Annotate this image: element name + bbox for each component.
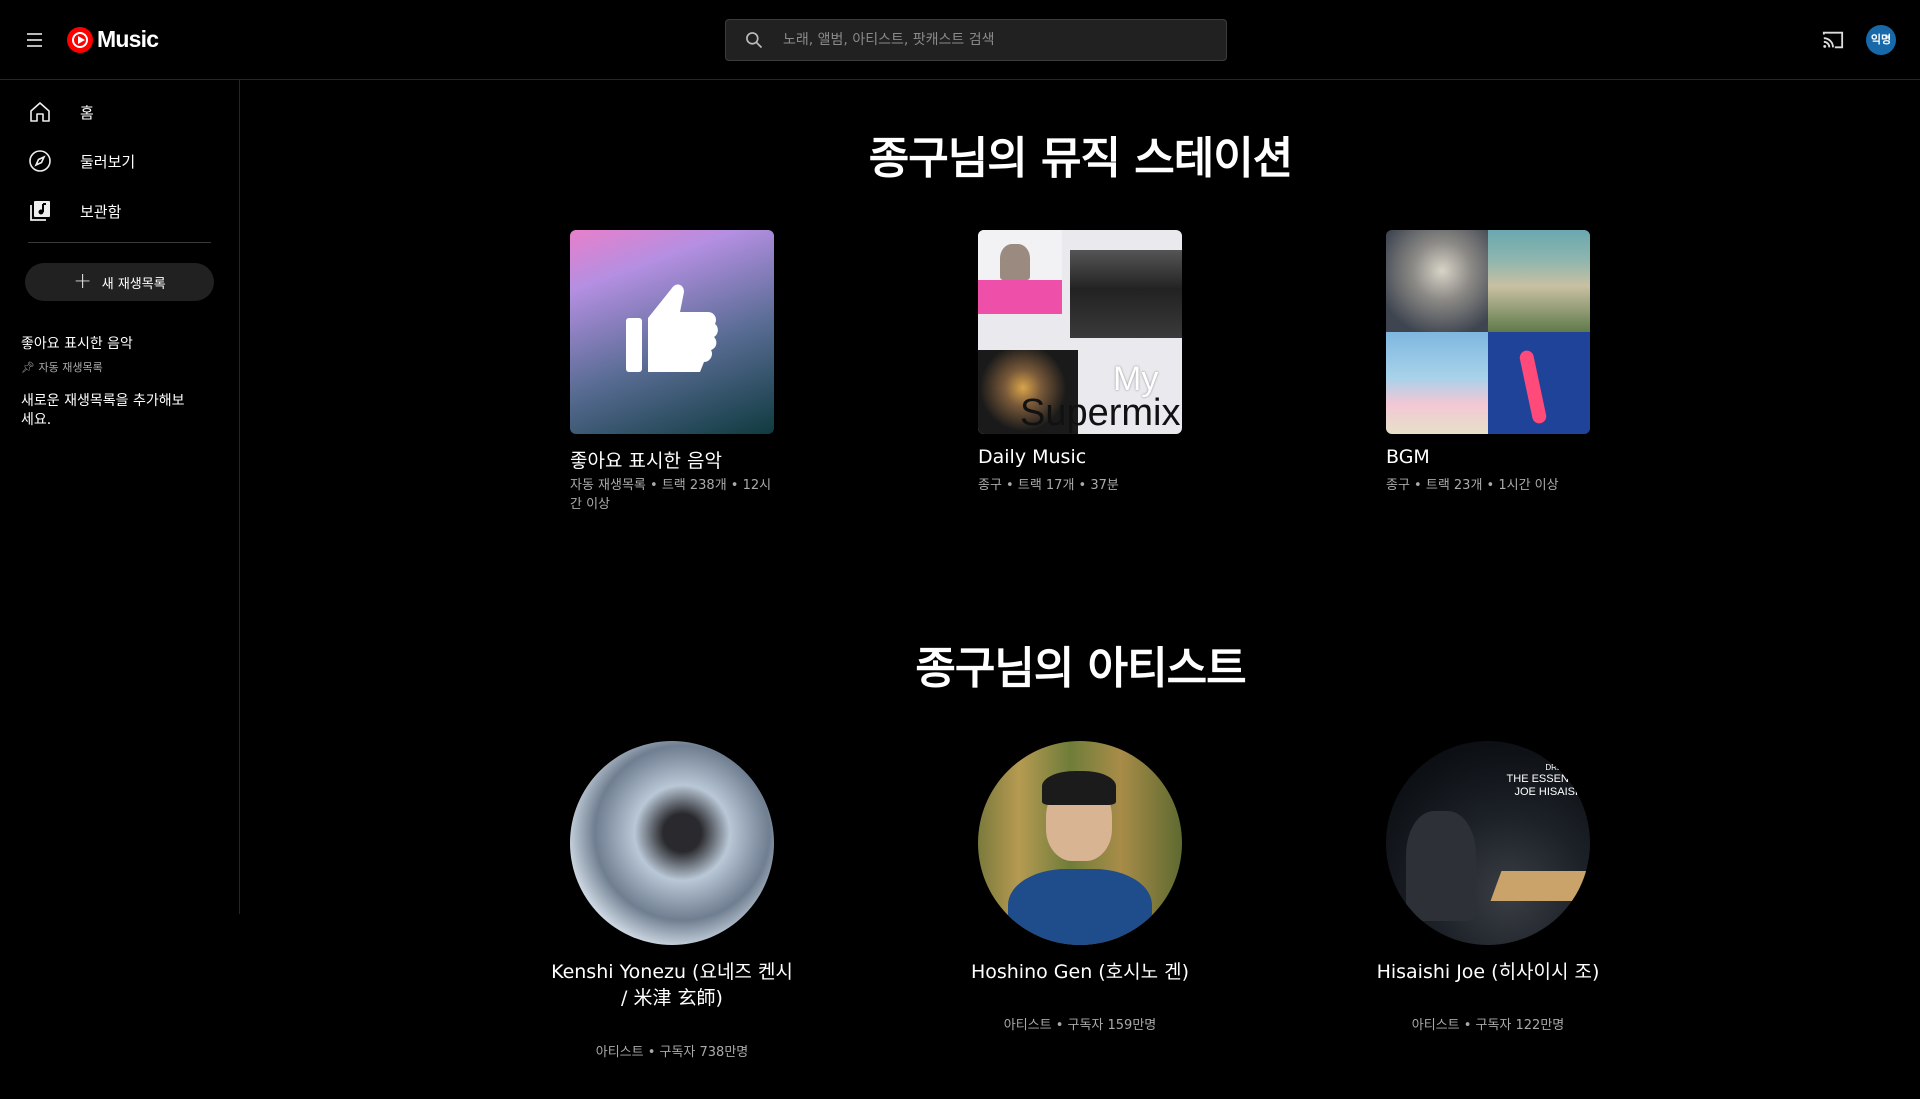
artist-subtitle: 아티스트 • 구독자 159만명: [1003, 1018, 1157, 1033]
playlist-hint-text: 새로운 재생목록을 추가해보세요.: [21, 393, 185, 428]
artist-name[interactable]: Hisaishi Joe (히사이시 조): [1366, 959, 1610, 985]
album-art: [978, 280, 1062, 314]
thumbs-up-icon: [626, 284, 718, 372]
card-title[interactable]: BGM: [1386, 446, 1590, 468]
search-input[interactable]: [783, 20, 1213, 60]
top-bar: Music 익명: [0, 0, 1920, 80]
sidebar-playlist-liked[interactable]: 좋아요 표시한 음악 📌︎ 자동 재생목록: [21, 333, 133, 375]
album-art: [1070, 250, 1182, 338]
youtube-music-logo[interactable]: Music: [67, 26, 159, 53]
album-art: [1042, 771, 1116, 805]
album-art: [1386, 230, 1488, 332]
menu-icon[interactable]: [24, 28, 48, 52]
new-playlist-button[interactable]: + 새 재생목록: [25, 263, 214, 301]
artist-name[interactable]: Hoshino Gen (호시노 겐): [958, 959, 1202, 985]
search-box[interactable]: [725, 19, 1227, 61]
sidebar-divider: [28, 242, 211, 243]
explore-compass-icon: [29, 150, 51, 172]
artists-title: 종구님의 아티스트: [915, 643, 1246, 694]
card-subtitle: 종구 • 트랙 17개 • 37분: [978, 478, 1119, 493]
sidebar-item-home[interactable]: 홈: [0, 88, 240, 136]
card-subtitle: 자동 재생목록 • 트랙 238개 • 12시간 이상: [570, 478, 772, 512]
artist-avatar[interactable]: [978, 741, 1182, 945]
play-logo-icon: [67, 26, 93, 53]
home-icon: [30, 102, 50, 122]
sidebar: 홈 둘러보기 보관함 + 새 재생목록 좋아요 표시한 음악 📌︎ 자동 재생목…: [0, 80, 240, 914]
card-title[interactable]: 좋아요 표시한 음악: [570, 446, 774, 473]
album-art: [1490, 871, 1590, 901]
stations-title: 종구님의 뮤직 스테이션: [868, 133, 1293, 184]
artist-name[interactable]: Kenshi Yonezu (요네즈 켄시 / 米津 玄師): [550, 959, 794, 1011]
album-art: [1000, 244, 1030, 280]
album-art: [1386, 332, 1488, 434]
album-art: [1008, 869, 1152, 945]
cast-icon[interactable]: [1822, 29, 1844, 51]
album-art: [1406, 811, 1476, 921]
liked-music-thumbnail[interactable]: [570, 230, 774, 434]
artist-avatar[interactable]: [570, 741, 774, 945]
sidebar-item-library[interactable]: 보관함: [0, 187, 240, 235]
supermix-thumbnail[interactable]: My Supermix: [978, 230, 1182, 434]
card-subtitle: 종구 • 트랙 23개 • 1시간 이상: [1386, 478, 1559, 493]
bgm-thumbnail[interactable]: [1386, 230, 1590, 434]
pin-icon: 📌︎: [21, 361, 35, 374]
card-title[interactable]: Daily Music: [978, 446, 1182, 468]
plus-icon: +: [73, 269, 92, 294]
search-icon: [746, 32, 763, 49]
artist-subtitle: 아티스트 • 구독자 122만명: [1411, 1018, 1565, 1033]
sidebar-item-explore[interactable]: 둘러보기: [0, 137, 240, 185]
avatar[interactable]: 익명: [1866, 25, 1896, 55]
artist-subtitle: 아티스트 • 구독자 738만명: [595, 1045, 749, 1060]
artist-avatar[interactable]: DREAM SO THE ESSENTIA JOE HISAISHI: [1386, 741, 1590, 945]
library-icon: [30, 201, 50, 221]
album-art: [1488, 230, 1590, 332]
